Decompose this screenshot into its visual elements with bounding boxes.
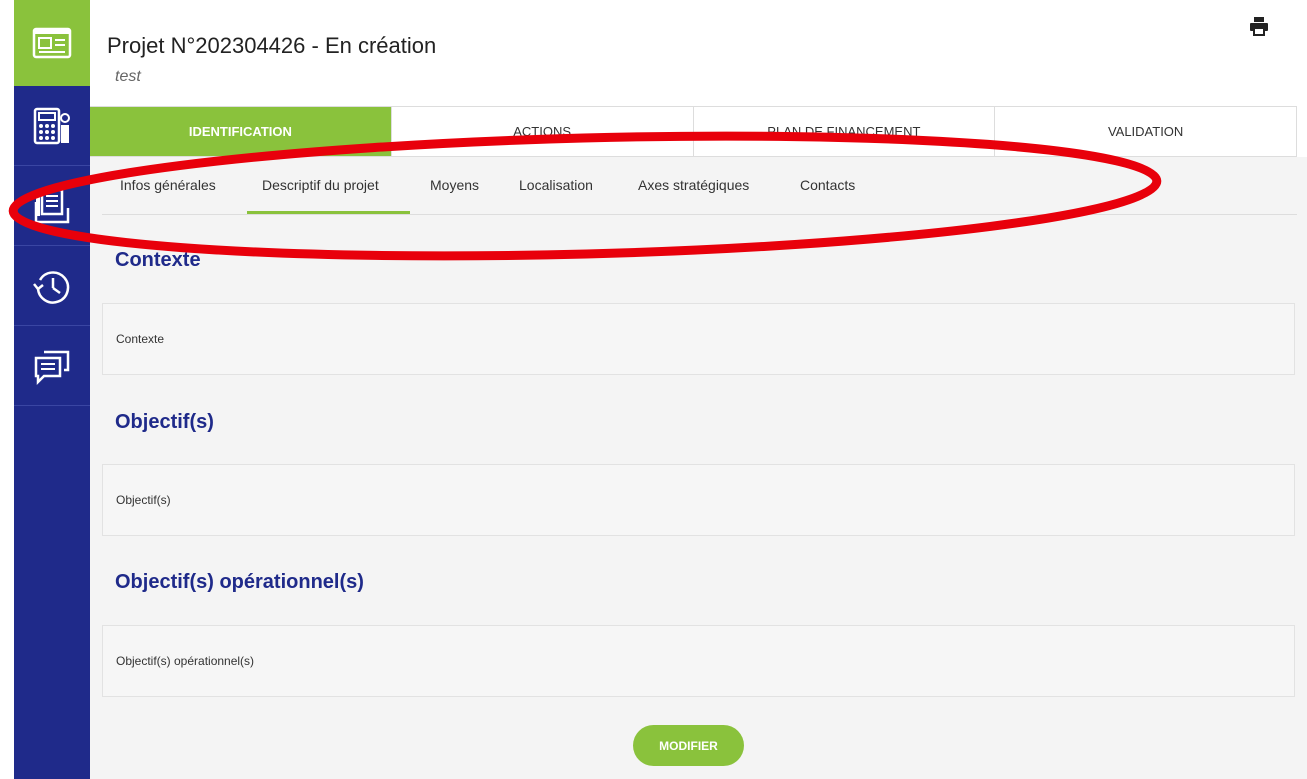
sidebar-item-documents[interactable] <box>14 166 90 246</box>
subtab-infos-generales[interactable]: Infos générales <box>120 157 216 214</box>
tab-identification[interactable]: IDENTIFICATION <box>90 107 392 156</box>
contexte-field: Contexte <box>102 303 1295 375</box>
history-icon <box>33 270 70 304</box>
subtab-axes-strategiques[interactable]: Axes stratégiques <box>638 157 749 214</box>
chat-icon <box>34 350 70 385</box>
sidebar-item-identification[interactable] <box>14 0 90 86</box>
id-card-icon <box>32 27 72 59</box>
subtab-contacts[interactable]: Contacts <box>800 157 855 214</box>
subtab-localisation[interactable]: Localisation <box>519 157 593 214</box>
content-area: Infos générales Descriptif du projet Moy… <box>90 157 1307 779</box>
section-title-objectifs-operationnels: Objectif(s) opérationnel(s) <box>115 571 364 593</box>
objectifs-field: Objectif(s) <box>102 464 1295 536</box>
subtab-descriptif-du-projet[interactable]: Descriptif du projet <box>247 157 410 214</box>
folder-document-icon <box>34 188 70 223</box>
section-title-objectifs: Objectif(s) <box>115 411 214 433</box>
objectifs-operationnels-field: Objectif(s) opérationnel(s) <box>102 625 1295 697</box>
print-icon[interactable] <box>1249 16 1269 36</box>
subtab-moyens[interactable]: Moyens <box>430 157 479 214</box>
tab-actions[interactable]: ACTIONS <box>392 107 694 156</box>
sub-tabs: Infos générales Descriptif du projet Moy… <box>102 157 1297 215</box>
page-subtitle: test <box>115 68 141 85</box>
sidebar <box>14 0 90 779</box>
sidebar-item-finance[interactable] <box>14 86 90 166</box>
section-title-contexte: Contexte <box>115 249 201 271</box>
sidebar-item-messages[interactable] <box>14 326 90 406</box>
main-tabs: IDENTIFICATION ACTIONS PLAN DE FINANCEME… <box>90 106 1297 157</box>
tab-plan-de-financement[interactable]: PLAN DE FINANCEMENT <box>694 107 996 156</box>
modify-button[interactable]: MODIFIER <box>633 725 744 766</box>
page-header: Projet N°202304426 - En création test <box>90 0 1307 106</box>
tab-validation[interactable]: VALIDATION <box>995 107 1297 156</box>
page-title: Projet N°202304426 - En création <box>107 33 437 58</box>
calculator-icon <box>33 107 70 144</box>
sidebar-item-history[interactable] <box>14 246 90 326</box>
